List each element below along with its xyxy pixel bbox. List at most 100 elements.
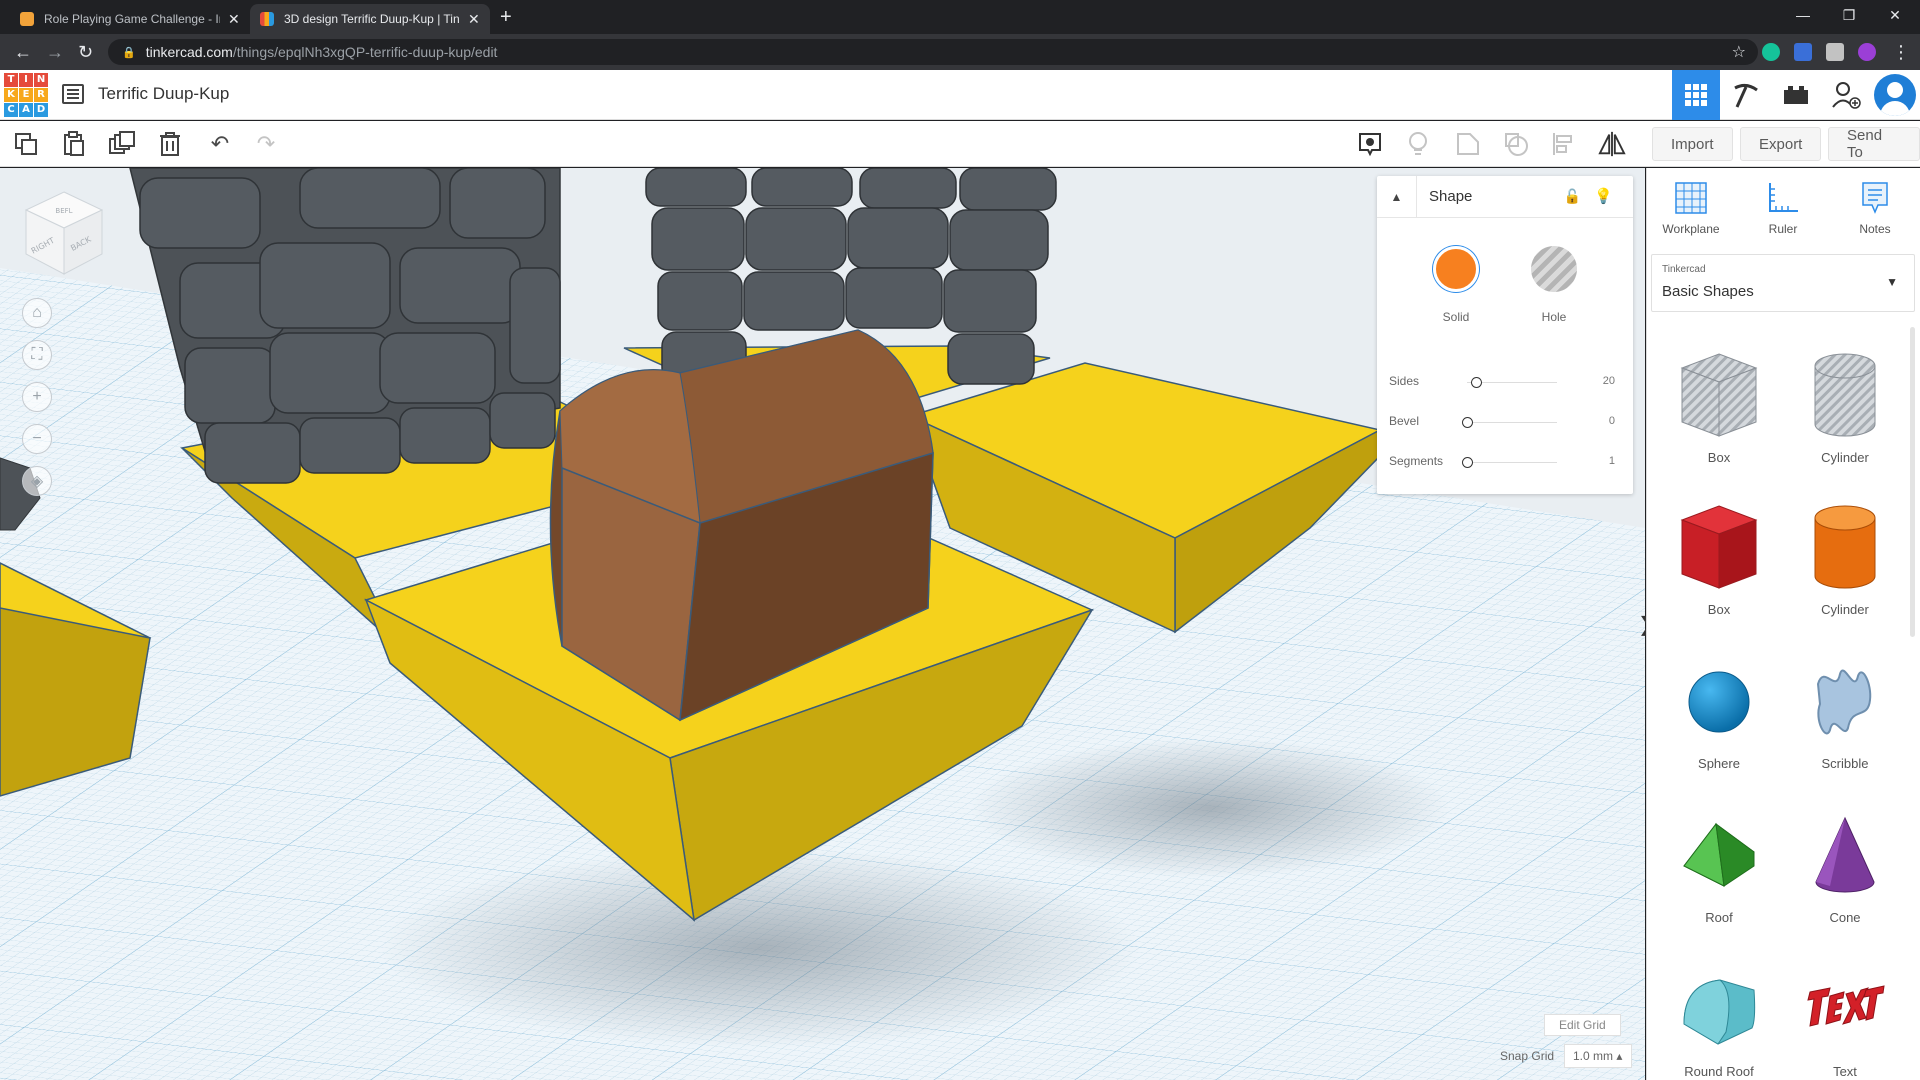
roof-icon [1683, 822, 1755, 887]
zoom-in-icon[interactable]: + [22, 382, 52, 412]
sphere-icon [1688, 671, 1750, 733]
sides-slider-knob[interactable] [1471, 377, 1482, 388]
shapes-panel: Workplane Ruler Notes Tinkercad Basic Sh… [1646, 168, 1920, 1080]
duplicate-icon[interactable] [108, 130, 136, 158]
paste-icon[interactable] [60, 130, 88, 158]
sides-slider-row: Sides 20 [1389, 374, 1615, 388]
browser-tab-bar: Role Playing Game Challenge - In ✕ 3D de… [0, 0, 1920, 34]
shape-hole-box[interactable]: Box [1659, 348, 1779, 496]
hole-swatch[interactable] [1531, 246, 1577, 292]
bevel-slider-row: Bevel 0 [1389, 414, 1615, 428]
perspective-toggle-icon[interactable]: ◈ [22, 466, 52, 496]
hole-box-icon [1680, 353, 1758, 437]
close-tab-icon[interactable]: ✕ [228, 11, 240, 28]
copy-icon[interactable] [12, 130, 40, 158]
solid-label: Solid [1442, 310, 1470, 324]
redo-icon[interactable]: ↷ [252, 130, 280, 158]
import-button[interactable]: Import [1652, 127, 1733, 161]
hole-label: Hole [1541, 310, 1567, 324]
fit-view-icon[interactable]: ⛶ [22, 340, 52, 370]
user-avatar[interactable] [1874, 74, 1916, 116]
shape-sphere[interactable]: Sphere [1659, 654, 1779, 802]
grammarly-extension-icon[interactable] [1762, 43, 1780, 61]
segments-slider-row: Segments 1 [1389, 454, 1615, 468]
shape-round-roof[interactable]: Round Roof [1659, 962, 1779, 1080]
back-arrow-icon[interactable]: ← [14, 42, 32, 62]
home-view-icon[interactable]: ⌂ [22, 298, 52, 328]
workplane-icon [1651, 178, 1731, 218]
shape-roof[interactable]: Roof [1659, 808, 1779, 956]
shape-box[interactable]: Box [1659, 500, 1779, 648]
notes-icon [1835, 178, 1915, 218]
scribble-icon [1816, 669, 1872, 735]
solid-color-swatch[interactable] [1433, 246, 1479, 292]
lock-icon: 🔒 [122, 46, 136, 59]
shape-cone[interactable]: Cone [1785, 808, 1905, 956]
zoom-out-icon[interactable]: − [22, 424, 52, 454]
cone-icon [1815, 816, 1875, 893]
shape-scribble[interactable]: Scribble [1785, 654, 1905, 802]
hide-shape-bulb-icon[interactable]: 💡 [1594, 187, 1613, 205]
browser-tab-rpg-challenge[interactable]: Role Playing Game Challenge - In ✕ [10, 4, 250, 34]
3d-view-grid-icon[interactable] [1672, 70, 1720, 120]
chrome-menu-icon[interactable]: ⋮ [1892, 42, 1910, 62]
hole-cylinder-icon [1814, 353, 1876, 437]
bevel-slider-knob[interactable] [1462, 417, 1473, 428]
viewcube-top-label: BEFL [55, 207, 72, 215]
forward-arrow-icon[interactable]: → [46, 42, 64, 62]
round-roof-icon [1683, 979, 1756, 1045]
minimize-window-icon[interactable]: — [1780, 0, 1826, 30]
invite-user-icon[interactable] [1822, 70, 1870, 120]
workplane-tool[interactable]: Workplane [1651, 178, 1731, 236]
undo-icon[interactable]: ↶ [206, 130, 234, 158]
close-tab-icon[interactable]: ✕ [468, 11, 480, 28]
browser-address-bar: ← → ↻ 🔒 tinkercad.com/things/epqlNh3xgQP… [0, 34, 1920, 70]
group-icon[interactable] [1454, 130, 1482, 158]
tinkercad-favicon-icon [260, 12, 274, 26]
codeblocks-pickaxe-icon[interactable] [1722, 70, 1770, 120]
editor-toolbar: ↶ ↷ Import Export Send To [0, 121, 1920, 167]
notes-tool[interactable]: Notes [1835, 178, 1915, 236]
ungroup-icon[interactable] [1502, 130, 1530, 158]
new-tab-plus-icon[interactable]: + [500, 6, 512, 29]
close-window-icon[interactable]: ✕ [1872, 0, 1918, 30]
show-all-bulb-icon[interactable] [1404, 130, 1432, 158]
puzzle-extensions-icon[interactable] [1826, 43, 1844, 61]
shapes-scrollbar[interactable] [1910, 327, 1915, 637]
restore-window-icon[interactable]: ❐ [1826, 0, 1872, 30]
shape-hole-cylinder[interactable]: Cylinder [1785, 348, 1905, 496]
orange-cylinder-icon [1814, 505, 1876, 589]
text-3d-icon [1807, 985, 1885, 1027]
edit-grid-button[interactable]: Edit Grid [1544, 1014, 1621, 1036]
reload-icon[interactable]: ↻ [78, 42, 93, 62]
tinkercad-logo[interactable]: T I N K E R C A D [4, 73, 48, 117]
ruler-tool[interactable]: Ruler [1743, 178, 1823, 236]
inspector-title: Shape [1429, 188, 1473, 205]
mirror-icon[interactable] [1598, 130, 1626, 158]
snap-grid-select[interactable]: 1.0 mm ▴ [1564, 1044, 1632, 1068]
notes-visibility-icon[interactable] [1356, 130, 1384, 158]
extension-badge-icon[interactable] [1794, 43, 1812, 61]
dropdown-caret-icon: ▼ [1886, 275, 1898, 289]
platform-shadow [970, 738, 1450, 878]
segments-slider-knob[interactable] [1462, 457, 1473, 468]
red-box-icon [1680, 505, 1758, 589]
export-button[interactable]: Export [1740, 127, 1822, 161]
ruler-icon [1743, 178, 1823, 218]
shape-text[interactable]: Text [1785, 962, 1905, 1080]
bookmark-star-icon[interactable]: ☆ [1732, 42, 1746, 62]
profile-extension-icon[interactable] [1858, 43, 1876, 61]
bricks-icon[interactable] [1772, 70, 1820, 120]
collapse-inspector-icon[interactable]: ▲ [1377, 175, 1417, 218]
view-cube[interactable]: BEFL RIGHT BACK [24, 190, 104, 275]
shape-library-select[interactable]: Tinkercad Basic Shapes ▼ [1651, 254, 1915, 312]
align-icon[interactable] [1550, 130, 1578, 158]
send-to-button[interactable]: Send To [1828, 127, 1920, 161]
lock-shape-icon[interactable]: 🔓 [1564, 188, 1581, 205]
design-title[interactable]: Terrific Duup-Kup [98, 84, 229, 104]
design-list-icon[interactable] [62, 84, 84, 104]
delete-trash-icon[interactable] [156, 130, 184, 158]
shape-cylinder[interactable]: Cylinder [1785, 500, 1905, 648]
browser-tab-tinkercad[interactable]: 3D design Terrific Duup-Kup | Tin ✕ [250, 4, 490, 34]
url-field[interactable]: 🔒 tinkercad.com/things/epqlNh3xgQP-terri… [108, 39, 1758, 65]
